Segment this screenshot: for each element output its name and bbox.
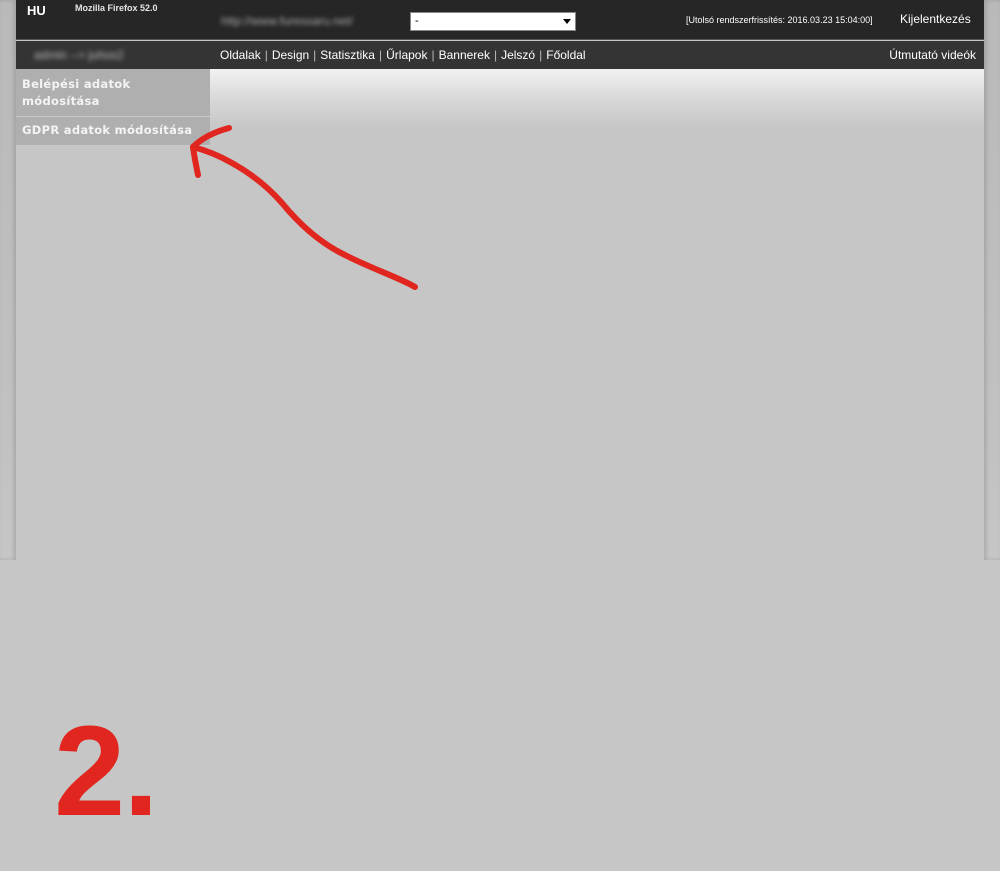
- sidebar: Belépési adatok módosítása GDPR adatok m…: [16, 69, 210, 146]
- menu-item-bannerek[interactable]: Bannerek: [439, 48, 490, 62]
- chevron-down-icon: [563, 19, 571, 24]
- menu-separator: |: [264, 48, 268, 62]
- menu-item-jelszo[interactable]: Jelszó: [501, 48, 535, 62]
- site-select[interactable]: -: [410, 12, 576, 31]
- user-path: admin --> juhos2: [34, 48, 124, 62]
- main-navbar: admin --> juhos2 Oldalak | Design | Statiszt…: [16, 41, 984, 69]
- page-frame-right: [984, 0, 1000, 560]
- menu-separator: |: [493, 48, 498, 62]
- top-bar: HU Mozilla Firefox 52.0 http://www.fures…: [16, 0, 984, 40]
- menu-item-design[interactable]: Design: [272, 48, 309, 62]
- annotation-step-number: 2.: [54, 700, 159, 843]
- browser-info: Mozilla Firefox 52.0: [75, 3, 158, 13]
- menu-item-urlapok[interactable]: Űrlapok: [386, 48, 427, 62]
- sidebar-item-gdpr-data[interactable]: GDPR adatok módosítása: [16, 117, 210, 146]
- menu-item-fooldal[interactable]: Főoldal: [546, 48, 585, 62]
- site-url: http://www.furessaru.net/: [221, 14, 354, 28]
- logout-link[interactable]: Kijelentkezés: [900, 12, 971, 26]
- tutorial-videos-link[interactable]: Útmutató videók: [889, 48, 976, 62]
- site-select-value: -: [415, 15, 419, 27]
- annotation-arrow-icon: [190, 144, 418, 290]
- page-frame-left: [0, 0, 16, 560]
- menu-separator: |: [378, 48, 383, 62]
- sidebar-item-login-data[interactable]: Belépési adatok módosítása: [16, 69, 210, 117]
- menu-separator: |: [539, 48, 543, 62]
- content-area: [210, 69, 984, 129]
- main-menu: Oldalak | Design | Statisztika | Űrlapok | Banne…: [220, 48, 586, 62]
- menu-separator: |: [313, 48, 317, 62]
- menu-item-oldalak[interactable]: Oldalak: [220, 48, 261, 62]
- language-switch[interactable]: HU: [27, 3, 46, 18]
- menu-separator: |: [431, 48, 435, 62]
- last-update-text: [Utolsó rendszerfrissítés: 2016.03.23 15…: [686, 15, 873, 25]
- menu-item-statisztika[interactable]: Statisztika: [320, 48, 375, 62]
